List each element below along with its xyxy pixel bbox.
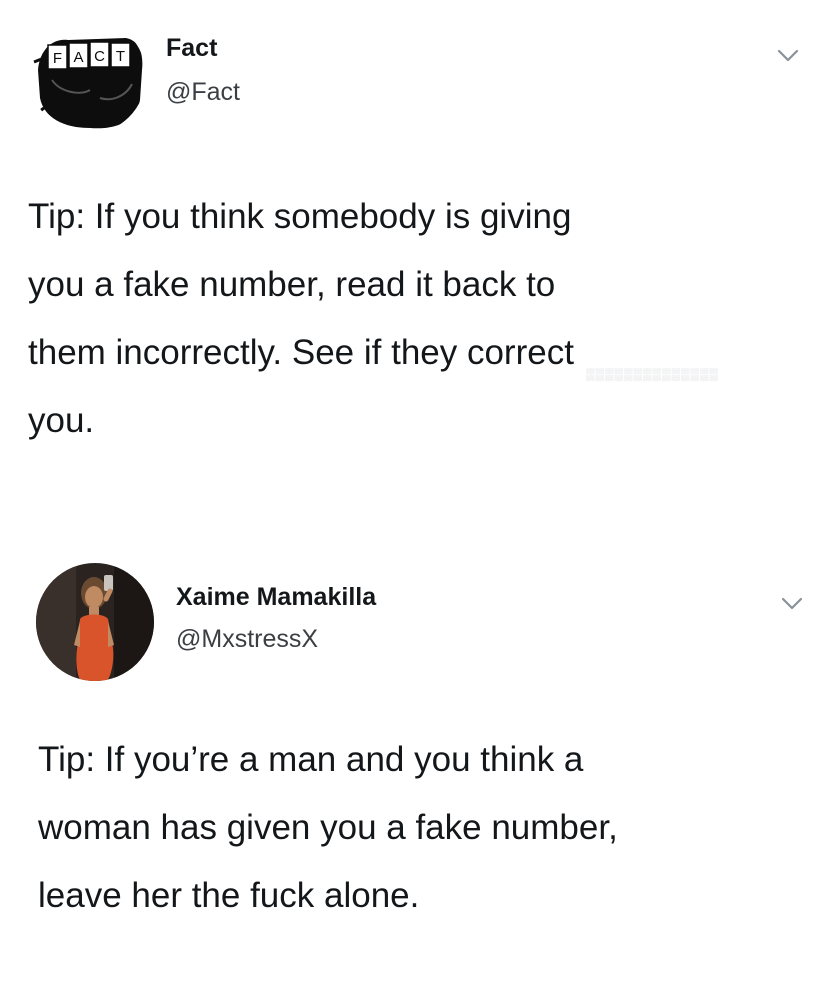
svg-text:T: T: [116, 48, 125, 65]
tweet-card: F A C T Fact @Fact Tip: If you think som…: [0, 0, 826, 520]
chevron-down-icon[interactable]: [776, 48, 800, 64]
display-name[interactable]: Fact: [166, 34, 217, 63]
fist-fact-logo: F A C T: [30, 18, 146, 134]
avatar[interactable]: [36, 563, 154, 681]
user-handle[interactable]: @Fact: [166, 78, 240, 107]
svg-text:A: A: [73, 49, 83, 66]
tweet-text: Tip: If you think somebody is giving you…: [28, 197, 574, 440]
profile-photo: [36, 563, 154, 681]
tweet-card: Xaime Mamakilla @MxstressX Tip: If you’r…: [0, 530, 826, 985]
avatar[interactable]: F A C T: [30, 18, 146, 134]
watermark: ▒▒▒▒▒▒▒▒▒▒▒▒▒▒: [586, 367, 720, 381]
svg-text:F: F: [53, 50, 62, 67]
svg-text:C: C: [94, 48, 105, 65]
display-name[interactable]: Xaime Mamakilla: [176, 583, 376, 612]
chevron-down-icon[interactable]: [780, 596, 804, 612]
user-handle[interactable]: @MxstressX: [176, 625, 318, 654]
tweet-text: Tip: If you’re a man and you think a wom…: [38, 740, 618, 915]
